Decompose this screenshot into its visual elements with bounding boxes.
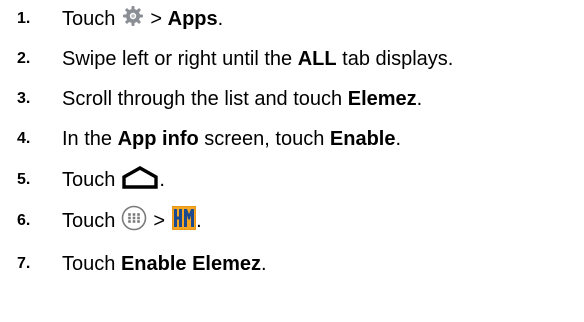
step-text-part: Swipe left or right until the	[62, 47, 293, 70]
step-text-part: .	[159, 168, 165, 191]
step-text-bold: Elemez	[347, 87, 417, 110]
step-text: Touch > Apps .	[62, 5, 223, 33]
step-text-bold: Enable	[329, 127, 396, 150]
step-text: Touch > .	[62, 205, 202, 237]
step-text-part: >	[153, 209, 166, 232]
step-text-part: .	[261, 252, 267, 275]
step-text: In the App info screen, touch Enable.	[62, 128, 401, 151]
step-text-part: Touch	[62, 252, 116, 275]
step-text-part: .	[416, 87, 423, 110]
step-text-part: tab displays.	[342, 47, 454, 70]
step-text: Touch Enable Elemez.	[62, 253, 267, 276]
step-text: Scroll through the list and touch Elemez…	[62, 88, 422, 111]
step-number: 4.	[17, 130, 31, 147]
step-number: 5.	[17, 171, 31, 188]
step-text-part: screen, touch	[204, 127, 325, 150]
home-icon	[121, 165, 159, 195]
settings-gear-icon	[122, 5, 144, 33]
step-number: 6.	[17, 212, 31, 229]
step-text-bold: ALL	[297, 47, 337, 70]
step-text-part: .	[395, 127, 402, 150]
step-text-part: Touch	[62, 168, 116, 191]
step-text-part: >	[150, 7, 163, 30]
step-number: 2.	[17, 50, 31, 67]
step-text-bold: Apps	[167, 7, 218, 30]
step-text: Touch .	[62, 165, 165, 195]
step-text-part: .	[196, 209, 202, 232]
step-text-bold: App info	[117, 127, 199, 150]
step-text-part: .	[217, 7, 224, 30]
step-number: 3.	[17, 90, 31, 107]
step-number: 1.	[17, 10, 31, 27]
step-number: 7.	[17, 255, 31, 272]
step-text-part: In the	[62, 127, 113, 150]
instruction-steps: 1. Touch > Apps . 2. Swipe left or right…	[0, 0, 584, 322]
step-text-part: Scroll through the list and touch	[62, 87, 343, 110]
all-apps-icon	[121, 205, 147, 237]
step-text-part: Touch	[62, 209, 116, 232]
step-text-part: Touch	[62, 7, 116, 30]
step-text-bold: Enable Elemez	[120, 252, 261, 275]
elemez-app-icon	[171, 205, 197, 236]
step-text: Swipe left or right until the ALL tab di…	[62, 48, 453, 71]
